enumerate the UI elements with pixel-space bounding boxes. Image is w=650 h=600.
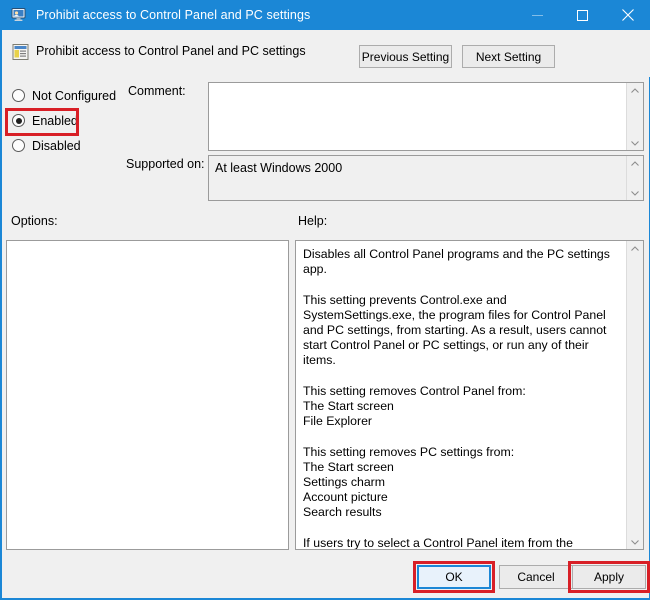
comment-label: Comment: [128,84,186,98]
options-label: Options: [11,214,58,228]
help-panel: Disables all Control Panel programs and … [295,240,644,550]
comment-input[interactable] [209,83,626,150]
scroll-up-icon[interactable] [627,83,643,97]
radio-disabled-mark [12,139,25,152]
scroll-down-icon[interactable] [627,535,643,549]
setting-state-radio-group: Not Configured Enabled Disabled [12,83,122,158]
ok-button[interactable]: OK [417,565,491,589]
radio-enabled-label: Enabled [32,113,78,128]
help-content: Disables all Control Panel programs and … [303,247,610,549]
group-policy-setting-dialog: Prohibit access to Control Panel and PC … [0,0,650,600]
close-icon[interactable] [605,0,650,30]
supported-on-value: At least Windows 2000 [215,161,343,175]
comment-scrollbar[interactable] [626,83,643,150]
supported-on-label: Supported on: [126,157,205,171]
setting-name: Prohibit access to Control Panel and PC … [36,44,306,58]
window-controls [515,0,650,30]
scroll-up-icon[interactable] [627,241,643,255]
maximize-icon[interactable] [560,0,605,30]
radio-disabled-label: Disabled [32,138,81,153]
help-label: Help: [298,214,328,228]
supported-on-scrollbar[interactable] [626,156,643,200]
window-title: Prohibit access to Control Panel and PC … [36,8,311,22]
radio-enabled[interactable]: Enabled [12,108,122,133]
cancel-button[interactable]: Cancel [499,565,573,589]
options-panel[interactable] [6,240,289,550]
previous-setting-button[interactable]: Previous Setting [359,45,452,68]
scroll-down-icon[interactable] [627,136,643,150]
computer-monitor-icon [11,7,28,23]
scroll-down-icon[interactable] [627,186,643,200]
policy-setting-icon [12,43,30,61]
radio-disabled[interactable]: Disabled [12,133,122,158]
radio-not-configured[interactable]: Not Configured [12,83,122,108]
supported-on-field: At least Windows 2000 [208,155,644,201]
comment-field[interactable] [208,82,644,151]
scroll-up-icon[interactable] [627,156,643,170]
radio-not-configured-mark [12,89,25,102]
minimize-icon[interactable] [515,0,560,30]
title-bar: Prohibit access to Control Panel and PC … [2,0,650,30]
options-content [7,241,288,549]
apply-button[interactable]: Apply [572,565,646,589]
radio-enabled-mark [12,114,25,127]
radio-not-configured-label: Not Configured [32,88,117,103]
help-scrollbar[interactable] [626,241,643,549]
next-setting-button[interactable]: Next Setting [462,45,555,68]
